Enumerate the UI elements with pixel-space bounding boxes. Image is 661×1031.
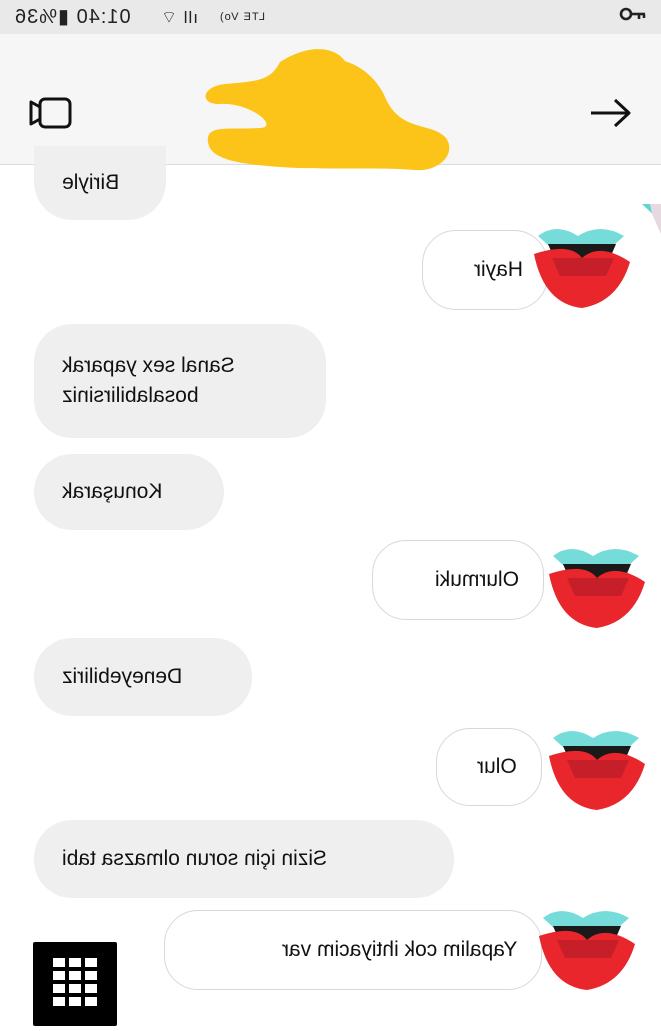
lips-avatar-icon — [530, 224, 634, 308]
message-bubble-outgoing[interactable]: Olurmuki — [372, 540, 544, 620]
message-text: Sizin için sorun olmazsa tabi — [62, 847, 327, 870]
message-text: Olurmuki — [434, 568, 519, 591]
signal-icon: ıll ⌔ — [159, 8, 198, 27]
message-bubble-outgoing[interactable]: Olur — [436, 728, 542, 806]
message-bubble-outgoing[interactable]: Yapalim cok ihtiyacim var — [164, 910, 542, 990]
lips-avatar-icon — [545, 544, 649, 628]
message-text: Hayir — [473, 258, 523, 281]
status-time-battery: 01:40 ▮%36 — [14, 6, 131, 28]
lips-avatar-icon — [535, 906, 639, 990]
message-bubble-incoming[interactable]: Biriyle — [34, 146, 166, 220]
message-text: Yapalim cok ihtiyacim var — [281, 938, 517, 961]
arrow-right-icon[interactable] — [587, 96, 633, 130]
lips-avatar-icon — [545, 726, 649, 810]
message-text: Deneyebiliriz — [62, 665, 183, 688]
message-text: Olur — [477, 755, 517, 778]
status-bar: 01:40 ▮%36 ıll ⌔ LTE Vo) — [0, 0, 661, 34]
keypad-grid-icon[interactable] — [33, 942, 117, 1026]
key-icon — [619, 4, 647, 30]
message-text: Biriyle — [62, 171, 120, 194]
sticker-fragment — [632, 204, 661, 244]
message-bubble-incoming[interactable]: Konuşarak — [34, 454, 224, 530]
video-call-icon[interactable] — [28, 96, 74, 130]
message-list: Biriyle Hayir Sanal sex yaparak bosalabi… — [0, 146, 661, 1026]
message-text: Konuşarak — [62, 480, 163, 503]
message-bubble-incoming[interactable]: Deneyebiliriz — [34, 638, 252, 716]
network-label: LTE Vo) — [218, 11, 265, 24]
message-bubble-incoming[interactable]: Sanal sex yaparak bosalabilirsiniz — [34, 324, 326, 438]
status-indicators: 01:40 ▮%36 ıll ⌔ LTE Vo) — [14, 4, 265, 29]
message-bubble-incoming[interactable]: Sizin için sorun olmazsa tabi — [34, 820, 454, 898]
message-text: Sanal sex yaparak bosalabilirsiniz — [62, 354, 235, 407]
